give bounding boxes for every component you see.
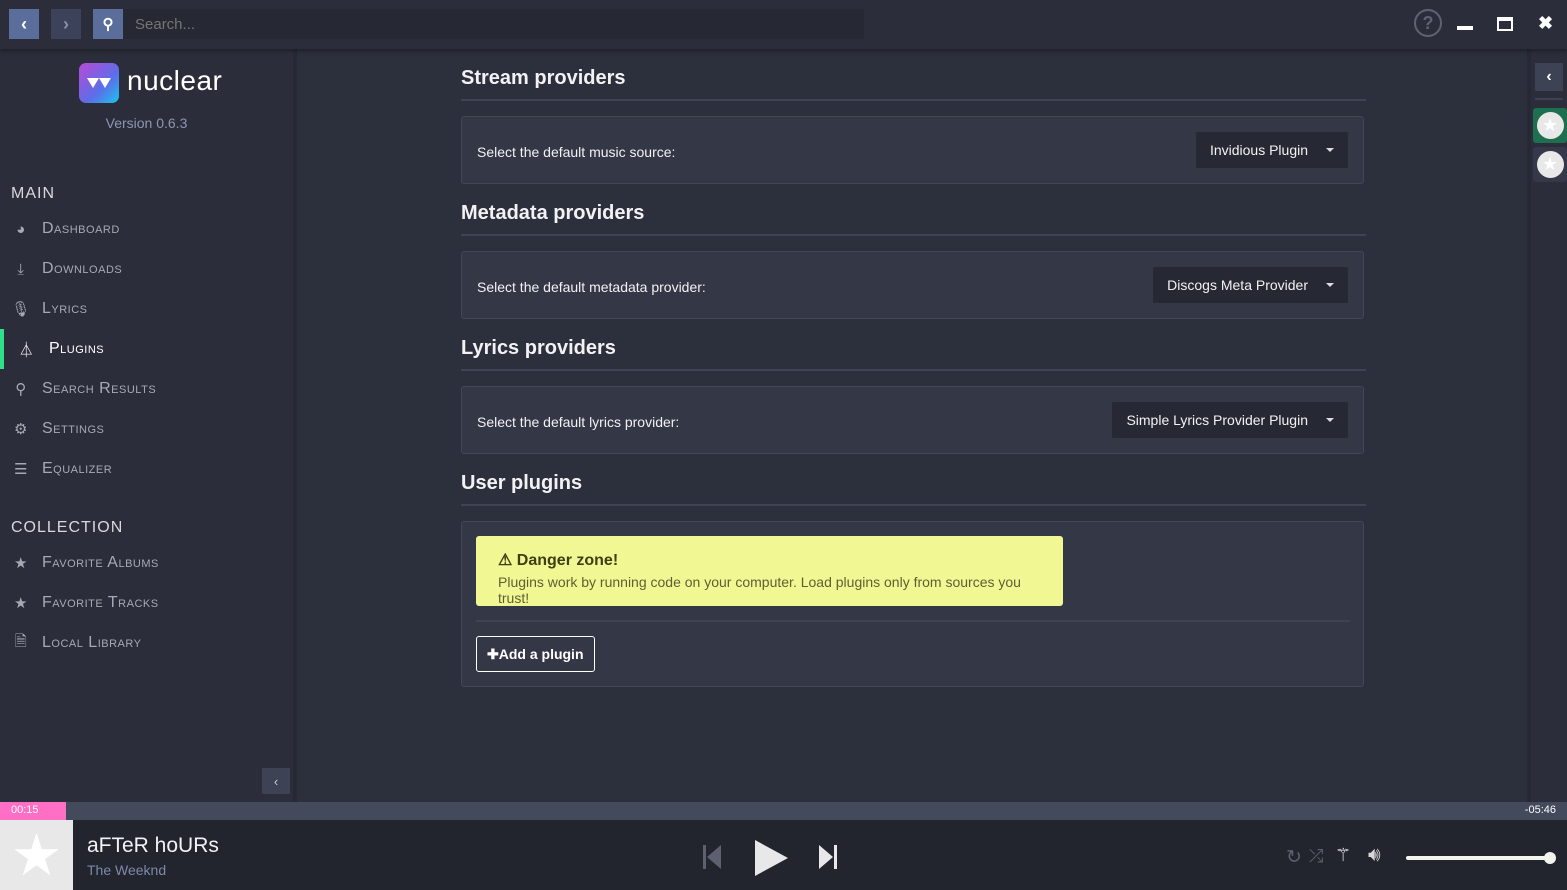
sidebar-item-downloads[interactable]: ⤓ Downloads [0,249,293,289]
setting-label: Select the default lyrics provider: [477,414,680,430]
sidebar-item-dashboard[interactable]: ◕ Dashboard [0,209,293,249]
top-bar: ‹ › ⚲ ? ✖ [0,0,1567,49]
volume-slider-handle[interactable] [1544,852,1556,864]
flask-icon: ⏃ [18,341,35,359]
divider [1535,98,1563,100]
search-button[interactable]: ⚲ [93,9,123,39]
sidebar-item-equalizer[interactable]: ☰ Equalizer [0,449,293,489]
forward-button[interactable]: › [51,9,81,39]
queue-item-active[interactable]: ★ [1533,108,1567,143]
version-label: Version 0.6.3 [105,115,188,131]
danger-warning: ⚠ Danger zone! Plugins work by running c… [476,536,1063,606]
player-bar: 00:15 -05:46 ★ aFTeR hoURs The Weeknd ↻ … [0,802,1567,890]
app-name: nuclear [127,65,223,96]
setting-label: Select the default music source: [477,144,676,160]
sidebar-item-favorite-albums[interactable]: ★ Favorite Albums [0,543,293,583]
chevron-right-icon: › [63,13,69,34]
elapsed-time: 00:15 [11,804,39,816]
star-icon: ★ [1536,112,1564,139]
sidebar-item-plugins[interactable]: ⏃ Plugins [0,329,293,369]
shuffle-icon[interactable]: ⤮ [1309,846,1323,867]
maximize-icon[interactable] [1497,17,1513,31]
sidebar-item-settings[interactable]: ⚙ Settings [0,409,293,449]
help-icon[interactable]: ? [1414,9,1442,37]
track-artist: The Weeknd [87,862,167,878]
nuclear-logo [79,63,119,103]
plus-icon: ✚ [487,646,499,662]
back-button[interactable]: ‹ [9,9,39,39]
queue-item[interactable]: ★ [1533,147,1567,182]
section-title: User plugins [461,472,1366,506]
download-icon: ⤓ [17,260,25,278]
main-section-header: MAIN [11,185,55,202]
user-plugins-panel: ⚠ Danger zone! Plugins work by running c… [461,521,1364,687]
metadata-provider-dropdown[interactable]: Discogs Meta Provider [1153,267,1348,303]
play-icon[interactable] [752,838,790,878]
sliders-icon: ☰ [14,461,28,478]
star-icon: ★ [14,555,28,572]
remaining-time: -05:46 [1524,804,1556,816]
audio-file-icon: 🗎 [14,632,28,650]
queue-sidebar: ‹ ★ ★ [1527,49,1567,802]
previous-track-icon[interactable] [700,842,724,872]
star-icon: ★ [1536,151,1564,178]
volume-slider[interactable] [1406,856,1550,860]
star-icon: ★ [10,823,63,888]
section-title: Stream providers [461,67,1366,101]
search-input[interactable] [123,9,864,39]
add-plugin-button[interactable]: ✚Add a plugin [476,636,595,672]
lyrics-provider-panel: Select the default lyrics provider: Simp… [461,386,1364,454]
minimize-icon[interactable] [1457,26,1473,30]
setting-label: Select the default metadata provider: [477,279,706,295]
collapse-sidebar-button[interactable]: ‹ [262,768,290,794]
star-icon: ★ [14,595,28,612]
seek-bar[interactable]: 00:15 -05:46 [0,802,1567,820]
seek-progress: 00:15 [0,802,66,820]
section-title: Lyrics providers [461,337,1366,371]
chevron-left-icon: ‹ [1546,68,1552,85]
repeat-icon[interactable]: ↻ [1286,846,1302,869]
metadata-provider-panel: Select the default metadata provider: Di… [461,251,1364,319]
dashboard-icon: ◕ [16,220,26,238]
sidebar-item-local-library[interactable]: 🗎 Local Library [0,623,293,663]
sidebar: nuclear Version 0.6.3 MAIN ◕ Dashboard ⤓ D… [0,49,297,802]
sidebar-item-favorite-tracks[interactable]: ★ Favorite Tracks [0,583,293,623]
sidebar-item-search-results[interactable]: ⚲ Search Results [0,369,293,409]
collection-section-header: COLLECTION [11,519,124,536]
cogs-icon: ⚙ [14,421,28,438]
stream-provider-dropdown[interactable]: Invidious Plugin [1195,132,1348,168]
search-icon: ⚲ [15,381,27,398]
lyrics-provider-dropdown[interactable]: Simple Lyrics Provider Plugin [1112,402,1348,438]
microphone-icon: 🎙︎ [11,301,31,318]
search-icon: ⚲ [102,16,114,33]
sidebar-item-lyrics[interactable]: 🎙︎ Lyrics [0,289,293,329]
warning-icon: ⚠ [498,552,513,569]
volume-icon[interactable]: 🔊︎ [1368,844,1381,867]
expand-queue-button[interactable]: ‹ [1535,63,1563,91]
close-icon[interactable]: ✖ [1538,13,1553,34]
album-cover: ★ [0,820,73,890]
stream-provider-panel: Select the default music source: Invidio… [461,116,1364,184]
next-track-icon[interactable] [816,842,840,872]
chevron-left-icon: ‹ [273,773,279,789]
track-title: aFTeR hoURs [87,834,219,857]
section-title: Metadata providers [461,202,1366,236]
divider [476,620,1350,622]
magic-wand-icon[interactable]: ⚚ [1335,845,1351,866]
chevron-left-icon: ‹ [21,13,27,34]
